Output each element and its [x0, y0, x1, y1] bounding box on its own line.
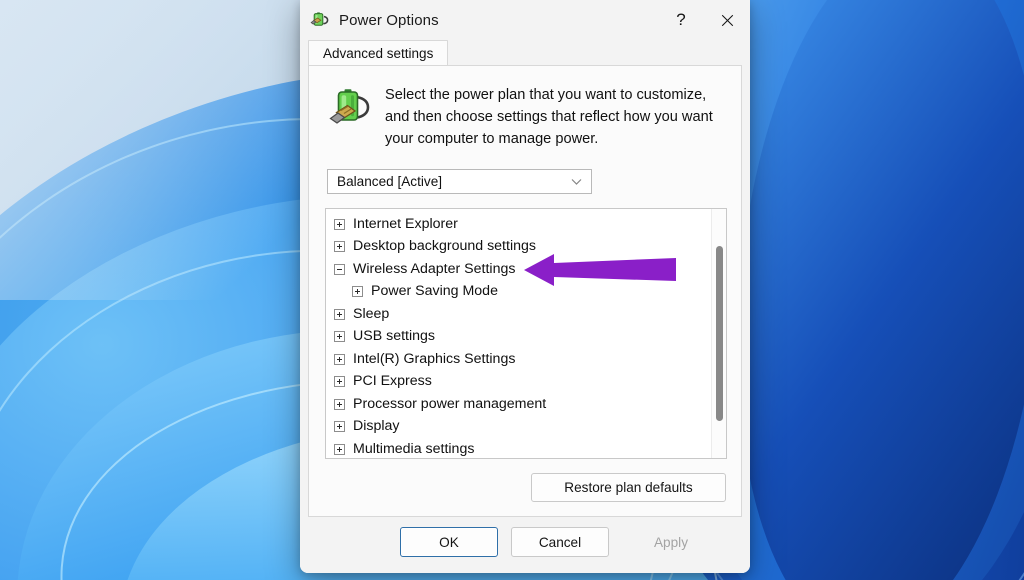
- tree-item[interactable]: Sleep: [326, 303, 711, 326]
- window-title: Power Options: [339, 11, 439, 29]
- expand-icon[interactable]: [334, 241, 345, 252]
- expand-icon[interactable]: [334, 421, 345, 432]
- intro-text: Select the power plan that you want to c…: [385, 87, 713, 147]
- chevron-down-icon: [570, 175, 583, 188]
- power-plug-battery-icon: [310, 10, 330, 30]
- power-plan-select[interactable]: Balanced [Active]: [327, 169, 592, 194]
- expand-icon[interactable]: [334, 308, 345, 320]
- desktop-wallpaper: Power Options ? Advanced settings Select…: [0, 0, 1024, 580]
- tree-item-label: Sleep: [353, 305, 390, 322]
- tree-item-label: Display: [353, 418, 400, 435]
- collapse-icon[interactable]: [334, 263, 345, 275]
- advanced-settings-tree[interactable]: Internet Explorer Desktop background sett…: [325, 207, 727, 459]
- power-plan-value: Balanced [Active]: [337, 173, 443, 189]
- expand-icon[interactable]: [334, 376, 345, 387]
- expand-icon[interactable]: [334, 331, 345, 342]
- wallpaper-shape: [710, 0, 1024, 580]
- tree-item-label: PCI Express: [353, 373, 432, 390]
- apply-button: Apply: [622, 527, 720, 557]
- tree-item-label: USB settings: [353, 328, 436, 345]
- title-bar: Power Options ?: [300, 0, 750, 40]
- tree-item-label: Internet Explorer: [353, 215, 458, 232]
- tree-item[interactable]: Power Saving Mode: [326, 280, 711, 303]
- dialog-footer: OK Cancel Apply: [300, 517, 750, 573]
- expand-icon[interactable]: [334, 443, 345, 455]
- tree-scrollbar[interactable]: [711, 208, 726, 458]
- help-button[interactable]: ?: [658, 0, 704, 40]
- tree-item[interactable]: Wireless Adapter Settings: [326, 258, 711, 281]
- close-icon[interactable]: [704, 0, 750, 40]
- expand-icon[interactable]: [334, 398, 345, 410]
- tree-item[interactable]: USB settings: [326, 325, 711, 348]
- tab-advanced-settings[interactable]: Advanced settings: [308, 40, 449, 65]
- tree-scrollbar-thumb[interactable]: [716, 246, 723, 421]
- expand-icon[interactable]: [334, 353, 345, 365]
- battery-plug-icon: [329, 86, 373, 132]
- tree-item[interactable]: Intel(R) Graphics Settings: [326, 348, 711, 371]
- tree-item[interactable]: Multimedia settings: [326, 438, 711, 458]
- tree-item[interactable]: Internet Explorer: [326, 213, 711, 236]
- tree-item[interactable]: PCI Express: [326, 370, 711, 393]
- tab-label: Advanced settings: [323, 45, 434, 61]
- advanced-settings-panel: Select the power plan that you want to c…: [308, 65, 742, 517]
- expand-icon[interactable]: [334, 218, 345, 230]
- tree-item-label: Intel(R) Graphics Settings: [353, 350, 516, 367]
- tree-item-label: Multimedia settings: [353, 440, 475, 457]
- power-options-dialog: Power Options ? Advanced settings Select…: [300, 0, 750, 573]
- tree-item-label: Processor power management: [353, 395, 547, 412]
- expand-icon[interactable]: [352, 286, 363, 297]
- tree-item-label: Desktop background settings: [353, 238, 536, 255]
- intro-block: Select the power plan that you want to c…: [329, 84, 725, 150]
- tree-item[interactable]: Display: [326, 415, 711, 438]
- restore-plan-defaults-button[interactable]: Restore plan defaults: [531, 473, 726, 502]
- tree-item[interactable]: Processor power management: [326, 393, 711, 416]
- tree-item-label: Wireless Adapter Settings: [353, 260, 516, 277]
- cancel-button[interactable]: Cancel: [511, 527, 609, 557]
- tree-list: Internet Explorer Desktop background sett…: [326, 209, 711, 458]
- tree-item-label: Power Saving Mode: [371, 283, 498, 300]
- ok-button[interactable]: OK: [400, 527, 498, 557]
- tree-item[interactable]: Desktop background settings: [326, 235, 711, 258]
- restore-row: Restore plan defaults: [323, 473, 727, 502]
- tab-strip: Advanced settings: [300, 40, 750, 65]
